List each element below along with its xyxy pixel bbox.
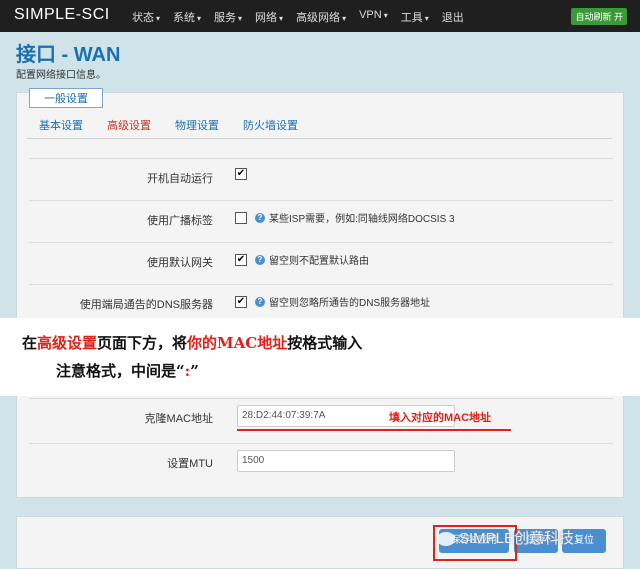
- help-icon: ?: [255, 254, 265, 265]
- form-row-clone-mac: 克隆MAC地址 28:D2:44:07:39:7A 填入对应的MAC地址: [29, 398, 613, 435]
- action-footer: 保存&应用 保存 复位 SIMPLE创意科技: [16, 516, 624, 569]
- chevron-down-icon: ▾: [197, 14, 202, 23]
- chevron-down-icon: ▾: [156, 14, 161, 23]
- mtu-input[interactable]: 1500: [237, 450, 455, 472]
- peer-dns-checkbox[interactable]: ✔: [235, 295, 247, 308]
- help-icon: ?: [255, 296, 265, 307]
- nav-item-services[interactable]: 服务 ▾: [214, 9, 242, 25]
- tab-advanced[interactable]: 高级设置: [107, 117, 151, 133]
- settings-tabs: 基本设置 高级设置 物理设置 防火墙设置: [39, 117, 322, 133]
- nav-item-status[interactable]: 状态 ▾: [132, 9, 160, 25]
- top-navbar: SIMPLE-SCI 状态 ▾ 系统 ▾ 服务 ▾ 网络 ▾ 高级网络 ▾ VPN ▾ 工具…: [0, 0, 640, 32]
- row-label: 使用默认网关: [147, 257, 213, 269]
- nav-item-advanced-network[interactable]: 高级网络 ▾: [296, 9, 346, 25]
- instruction-overlay: 在高级设置页面下方，将你的MAC地址按格式输入 注意格式，中间是“:”: [0, 318, 640, 396]
- auto-refresh-badge[interactable]: 自动刷新 开: [571, 8, 627, 25]
- wechat-icon: [437, 532, 455, 547]
- form-row-autostart: 开机自动运行 ✔: [29, 158, 613, 195]
- tab-physical[interactable]: 物理设置: [175, 117, 219, 133]
- row-label: 使用广播标签: [147, 215, 213, 227]
- row-hint: 留空则忽略所通告的DNS服务器地址: [269, 298, 431, 309]
- tab-divider: [27, 138, 612, 139]
- tab-basic[interactable]: 基本设置: [39, 117, 83, 133]
- chevron-down-icon: ▾: [279, 14, 284, 23]
- nav-item-tools[interactable]: 工具 ▾: [401, 9, 429, 25]
- form-row-peer-dns: 使用端局通告的DNS服务器 ✔ ? 留空则忽略所通告的DNS服务器地址: [29, 284, 613, 321]
- autostart-checkbox[interactable]: ✔: [235, 168, 247, 180]
- chevron-down-icon: ▾: [342, 14, 347, 23]
- nav-item-system[interactable]: 系统 ▾: [173, 9, 201, 25]
- row-hint: 留空则不配置默认路由: [269, 256, 369, 267]
- page-description: 配置网络接口信息。: [16, 70, 106, 81]
- default-gateway-checkbox[interactable]: ✔: [235, 253, 247, 266]
- main-nav: 状态 ▾ 系统 ▾ 服务 ▾ 网络 ▾ 高级网络 ▾ VPN ▾ 工具 ▾ 退出: [132, 9, 477, 25]
- broadcast-flag-checkbox[interactable]: [235, 211, 247, 224]
- tab-firewall[interactable]: 防火墙设置: [243, 117, 298, 133]
- row-label: 设置MTU: [167, 458, 213, 470]
- annotation-underline: [237, 429, 511, 431]
- chevron-down-icon: ▾: [424, 14, 429, 23]
- nav-item-vpn[interactable]: VPN ▾: [359, 9, 388, 25]
- instruction-line-1: 在高级设置页面下方，将你的MAC地址按格式输入: [22, 334, 363, 352]
- instruction-line-2: 注意格式，中间是“:”: [56, 362, 199, 380]
- form-row-mtu: 设置MTU 1500: [29, 443, 613, 480]
- form-row-default-gateway: 使用默认网关 ✔ ? 留空则不配置默认路由: [29, 242, 613, 279]
- row-label: 克隆MAC地址: [144, 413, 213, 425]
- general-settings-panel: 一般设置 基本设置 高级设置 物理设置 防火墙设置 开机自动运行 ✔ 使用广播标…: [16, 88, 624, 498]
- chevron-down-icon: ▾: [238, 14, 243, 23]
- nav-item-network[interactable]: 网络 ▾: [255, 9, 283, 25]
- form-row-broadcast-flag: 使用广播标签 ? 某些ISP需要，例如:同轴线网络DOCSIS 3: [29, 200, 613, 237]
- chevron-down-icon: ▾: [383, 11, 388, 20]
- panel-legend: 一般设置: [29, 88, 103, 108]
- row-label: 开机自动运行: [147, 173, 213, 185]
- nav-item-logout[interactable]: 退出: [442, 9, 464, 25]
- watermark: SIMPLE创意科技: [437, 527, 574, 548]
- row-hint: 某些ISP需要，例如:同轴线网络DOCSIS 3: [269, 214, 455, 225]
- row-label: 使用端局通告的DNS服务器: [79, 299, 213, 311]
- help-icon: ?: [255, 212, 265, 223]
- mac-annotation: 填入对应的MAC地址: [389, 412, 492, 424]
- page-title: 接口 - WAN: [16, 44, 121, 66]
- brand-logo[interactable]: SIMPLE-SCI: [14, 6, 110, 24]
